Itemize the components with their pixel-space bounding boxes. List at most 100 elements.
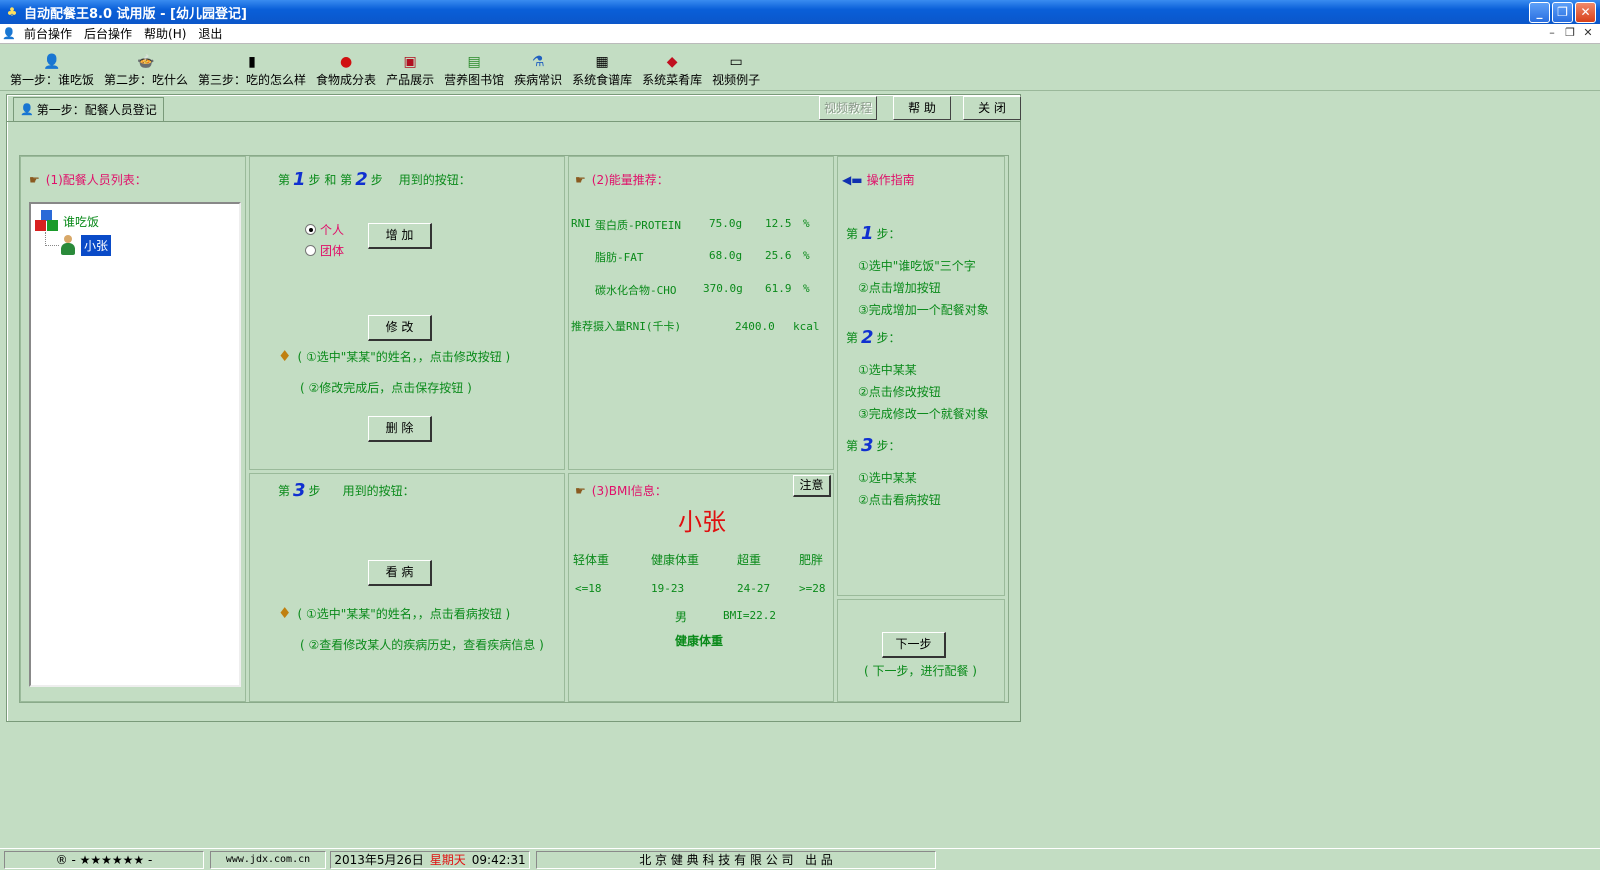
next-step-panel: 下一步 ( 下一步，进行配餐 ) (837, 599, 1005, 702)
dish-icon: ◆ (666, 54, 678, 70)
guide-step-1-title: 第 1 步： (846, 223, 901, 244)
member-list-panel: ☛ (1)配餐人员列表： 谁吃饭 小张 (20, 156, 246, 702)
bmi-gender: 男 (675, 610, 688, 624)
radio-dot (305, 245, 316, 256)
medical-icon: ⚗ (531, 54, 545, 70)
status-time: 09:42:31 (471, 853, 526, 867)
mdi-restore-button[interactable]: ❐ (1562, 26, 1578, 41)
energy-row-pct: 25.6 (765, 249, 792, 262)
energy-total-unit: kcal (793, 320, 820, 333)
maximize-button[interactable]: ❐ (1552, 2, 1573, 23)
delete-button[interactable]: 删 除 (368, 416, 432, 442)
tool-products[interactable]: ▣ 产品展示 (386, 53, 434, 88)
pot-icon: 🍲 (137, 54, 155, 70)
guide-step-2-item: ②点击修改按钮 (858, 385, 941, 399)
bars-icon: ▮ (248, 54, 256, 70)
menu-help[interactable]: 帮助(H) (138, 25, 192, 42)
guide-step-3-item: ①选中某某 (858, 471, 917, 485)
menu-back[interactable]: 后台操作 (78, 25, 138, 42)
content-area: ☛ (1)配餐人员列表： 谁吃饭 小张 第 1 步 和 第 2 步 用到的按钮：… (19, 155, 1009, 703)
close-button[interactable]: 关 闭 (963, 96, 1021, 120)
energy-row-name: 蛋白质-PROTEIN (595, 219, 681, 232)
energy-row-name: 脂肪-FAT (595, 251, 644, 264)
status-url: www.jdx.com.cn (210, 851, 326, 869)
status-weekday: 星期天 (429, 853, 466, 867)
guide-title: ◀▬ 操作指南 (842, 172, 915, 188)
status-date: 2013年5月26日 (334, 853, 424, 867)
hand-icon: ☛ (29, 172, 40, 187)
radio-dot-selected (305, 224, 316, 235)
guide-step-2-item: ①选中某某 (858, 363, 917, 377)
tree-root-node[interactable]: 谁吃饭 (35, 210, 99, 232)
energy-total-value: 2400.0 (735, 320, 775, 333)
hand-icon: ☛ (575, 172, 586, 187)
tool-library[interactable]: ▤ 营养图书馆 (444, 53, 504, 88)
status-stars: ® - ★★★★★★ - (4, 851, 204, 869)
minimize-button[interactable]: _ (1529, 2, 1550, 23)
doctor-note-2: ( ②查看修改某人的疾病历史，查看疾病信息 ) (300, 638, 544, 652)
mdi-controls: – ❐ ✕ (1544, 26, 1596, 41)
notice-button[interactable]: 注意 (793, 475, 831, 497)
help-button[interactable]: 帮 助 (893, 96, 951, 120)
tool-recipes[interactable]: ▦ 系统食谱库 (572, 53, 632, 88)
hand-icon: ☛ (575, 483, 586, 498)
mdi-close-button[interactable]: ✕ (1580, 26, 1596, 41)
bmi-title: ☛ (3)BMI信息： (575, 483, 667, 499)
bmi-range-light: <=18 (575, 582, 602, 595)
radio-group[interactable]: 团体 (305, 242, 344, 259)
energy-row-grams: 68.0g (709, 249, 743, 262)
energy-row-pct: 12.5 (765, 217, 792, 230)
guide-step-3-title: 第 3 步： (846, 435, 901, 456)
tab-divider (7, 121, 1020, 122)
status-datetime: 2013年5月26日 星期天 09:42:31 (330, 851, 530, 869)
box-icon: ▣ (403, 54, 417, 70)
tool-video[interactable]: ▭ 视频例子 (712, 53, 760, 88)
radio-individual[interactable]: 个人 (305, 221, 344, 238)
menu-front[interactable]: 前台操作 (18, 25, 78, 42)
modify-button[interactable]: 修 改 (368, 315, 432, 341)
flashlight-icon: ◀▬ (842, 172, 863, 187)
bmi-value: BMI=22.2 (723, 609, 776, 622)
doctor-button[interactable]: 看 病 (368, 560, 432, 586)
video-tutorial-button[interactable]: 视频教程 (819, 96, 877, 120)
status-bar: ® - ★★★★★★ - www.jdx.com.cn 2013年5月26日 星… (0, 848, 1600, 870)
tool-food-table[interactable]: ● 食物成分表 (316, 53, 376, 88)
bmi-cat-healthy: 健康体重 (651, 553, 700, 567)
status-company: 北 京 健 典 科 技 有 限 公 司 出 品 (536, 851, 936, 869)
menu-bar: 👤 前台操作 后台操作 帮助(H) 退出 – ❐ ✕ (0, 24, 1600, 44)
energy-row-unit: % (803, 217, 810, 230)
add-button[interactable]: 增 加 (368, 223, 432, 249)
step-3-title: 第 3 步 用到的按钮： (278, 480, 415, 501)
guide-step-2-item: ③完成修改一个就餐对象 (858, 407, 989, 421)
bmi-panel: ☛ (3)BMI信息： 注意 小张 轻体重 健康体重 超重 肥胖 <=18 19… (568, 473, 834, 702)
step-3-panel: 第 3 步 用到的按钮： 看 病 ♦ ( ①选中"某某"的姓名，，点击看病按钮 … (249, 473, 565, 702)
tool-who-eats[interactable]: 👤 第一步：谁吃饭 (10, 53, 94, 88)
tool-what-to-eat[interactable]: 🍲 第二步：吃什么 (104, 53, 188, 88)
person-icon (59, 234, 77, 256)
book-icon: ▤ (467, 54, 481, 70)
tab-registration[interactable]: 👤 第一步：配餐人员登记 (13, 97, 164, 121)
bmi-cat-light: 轻体重 (573, 553, 610, 567)
menu-person-icon: 👤 (2, 27, 16, 40)
next-step-button[interactable]: 下一步 (882, 632, 946, 658)
guide-step-3-item: ②点击看病按钮 (858, 493, 941, 507)
person-icon: 👤 (43, 54, 61, 70)
bell-icon: ♦ (278, 347, 292, 365)
energy-row-prefix: RNI (571, 217, 591, 230)
bmi-cat-obese: 肥胖 (799, 553, 824, 567)
member-tree[interactable]: 谁吃饭 小张 (29, 202, 241, 687)
energy-row-unit: % (803, 249, 810, 262)
bmi-cat-over: 超重 (737, 553, 762, 567)
window-controls: _ ❐ ✕ (1529, 2, 1596, 23)
tool-disease[interactable]: ⚗ 疾病常识 (514, 53, 562, 88)
close-window-button[interactable]: ✕ (1575, 2, 1596, 23)
app-icon: ♣ (6, 5, 18, 19)
menu-exit[interactable]: 退出 (192, 25, 228, 42)
mdi-minimize-button[interactable]: – (1544, 26, 1560, 41)
selected-member-name[interactable]: 小张 (81, 234, 112, 256)
tool-how-eaten[interactable]: ▮ 第三步：吃的怎么样 (198, 53, 306, 88)
tool-dishes[interactable]: ◆ 系统菜肴库 (642, 53, 702, 88)
tree-child-node[interactable]: 小张 (59, 234, 112, 256)
window-title: 自动配餐王8.0 试用版 - [幼儿园登记] (24, 6, 247, 22)
bell-icon: ♦ (278, 604, 292, 622)
